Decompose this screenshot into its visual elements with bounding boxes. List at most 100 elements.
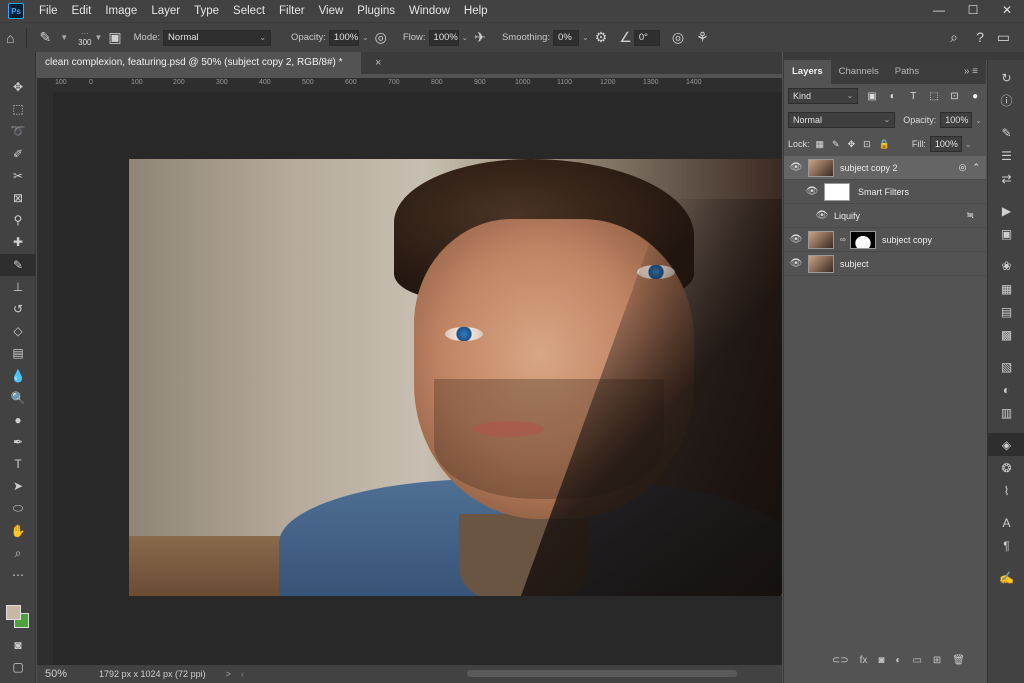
- new-group-icon[interactable]: ▭: [912, 655, 921, 666]
- adjustment-layer-icon[interactable]: ◐: [895, 655, 901, 666]
- brush-settings-icon[interactable]: ▣: [108, 29, 121, 46]
- actions-panel-icon[interactable]: ▶: [988, 199, 1024, 222]
- clone-stamp-tool-icon[interactable]: ⊥: [0, 276, 36, 298]
- brush-tool-preset-icon[interactable]: ✎: [39, 29, 51, 46]
- brush-panel-icon[interactable]: ✎: [988, 121, 1024, 144]
- smart-object-filter-icon[interactable]: ⊡: [948, 91, 962, 102]
- smart-filters-row[interactable]: 👁 Smart Filters: [784, 180, 986, 204]
- brush-settings-panel-icon[interactable]: ☰: [988, 144, 1024, 167]
- maximize-button[interactable]: ☐: [956, 0, 990, 22]
- photoshop-logo-icon[interactable]: Ps: [8, 3, 24, 19]
- workspace-icon[interactable]: ▭: [997, 29, 1010, 46]
- horizontal-ruler[interactable]: 100 0 100 200 300 400 500 600 700 800 90…: [53, 78, 782, 92]
- menu-view[interactable]: View: [312, 0, 351, 22]
- smoothing-input[interactable]: 0%: [553, 29, 580, 46]
- gradient-tool-icon[interactable]: ▤: [0, 342, 36, 364]
- home-icon[interactable]: ⌂: [6, 30, 14, 46]
- move-tool-icon[interactable]: ✥: [0, 76, 36, 98]
- layer-row-subject-copy-2[interactable]: 👁 subject copy 2 ◎ ⌃: [784, 156, 986, 180]
- chevron-down-icon[interactable]: ⌄: [362, 33, 369, 42]
- angle-input[interactable]: 0°: [633, 29, 660, 46]
- link-layers-icon[interactable]: ⊂⊃: [832, 655, 849, 666]
- new-layer-icon[interactable]: ⊞: [933, 655, 941, 666]
- lock-all-icon[interactable]: 🔒: [879, 139, 890, 150]
- tab-layers[interactable]: Layers: [784, 60, 831, 84]
- zoom-tool-icon[interactable]: ⌕: [0, 542, 36, 564]
- visibility-eye-icon[interactable]: 👁: [784, 258, 808, 269]
- menu-plugins[interactable]: Plugins: [350, 0, 402, 22]
- filter-kind-select[interactable]: Kind ⌄: [788, 88, 859, 104]
- visibility-eye-icon[interactable]: 👁: [784, 162, 808, 173]
- menu-edit[interactable]: Edit: [65, 0, 99, 22]
- chevron-down-icon[interactable]: ⌄: [462, 33, 469, 42]
- layers-panel-icon[interactable]: ◈: [988, 433, 1024, 456]
- gear-icon[interactable]: ⚙: [595, 29, 608, 46]
- filter-blending-options-icon[interactable]: ≒: [966, 210, 974, 221]
- pixel-filter-icon[interactable]: ▣: [865, 91, 879, 102]
- lasso-tool-icon[interactable]: ➰: [0, 120, 36, 142]
- liquify-filter-row[interactable]: 👁 Liquify ≒: [784, 204, 986, 228]
- history-brush-tool-icon[interactable]: ↺: [0, 298, 36, 320]
- eraser-tool-icon[interactable]: ◇: [0, 320, 36, 342]
- layer-mask-thumbnail[interactable]: [850, 230, 876, 249]
- quick-mask-icon[interactable]: ◙: [0, 634, 36, 656]
- properties-panel-icon[interactable]: ▥: [988, 401, 1024, 424]
- info-panel-icon[interactable]: ⓘ: [988, 89, 1024, 112]
- vertical-ruler[interactable]: [37, 78, 53, 665]
- menu-filter[interactable]: Filter: [272, 0, 312, 22]
- horizontal-scrollbar[interactable]: [467, 670, 737, 677]
- paths-panel-icon[interactable]: ⌇: [988, 479, 1024, 502]
- channels-panel-icon[interactable]: ❂: [988, 456, 1024, 479]
- scroll-left-icon[interactable]: ‹: [241, 669, 244, 679]
- close-document-button[interactable]: ×: [375, 52, 381, 74]
- menu-image[interactable]: Image: [98, 0, 144, 22]
- pressure-opacity-icon[interactable]: ◎: [375, 29, 387, 46]
- foreground-color-swatch[interactable]: [6, 605, 21, 620]
- brush-size-picker[interactable]: ··· 300: [78, 29, 91, 47]
- chevron-down-icon[interactable]: ⌄: [582, 33, 589, 42]
- chevron-down-icon[interactable]: ▼: [60, 33, 68, 42]
- path-selection-tool-icon[interactable]: ➤: [0, 475, 36, 497]
- layer-style-icon[interactable]: fx: [860, 655, 868, 666]
- layer-opacity-input[interactable]: 100%: [940, 112, 973, 128]
- gradients-panel-icon[interactable]: ▤: [988, 300, 1024, 323]
- menu-layer[interactable]: Layer: [144, 0, 187, 22]
- shape-filter-icon[interactable]: ⬚: [927, 91, 941, 102]
- brush-tool-icon[interactable]: ✎: [0, 253, 36, 276]
- symmetry-icon[interactable]: ⚘: [696, 29, 709, 46]
- color-panel-icon[interactable]: ❀: [988, 254, 1024, 277]
- lock-pixels-icon[interactable]: ✎: [832, 139, 840, 150]
- document-tab[interactable]: clean complexion, featuring.psd @ 50% (s…: [37, 52, 361, 74]
- lock-transparency-icon[interactable]: ▦: [816, 139, 825, 150]
- collapse-arrow-icon[interactable]: ⌃: [972, 162, 980, 173]
- character-panel-icon[interactable]: A: [988, 511, 1024, 534]
- zoom-level[interactable]: 50%: [37, 668, 77, 680]
- visibility-eye-icon[interactable]: 👁: [814, 210, 830, 221]
- frame-tool-icon[interactable]: ⊠: [0, 187, 36, 209]
- menu-help[interactable]: Help: [457, 0, 495, 22]
- adjustments-panel-icon[interactable]: ◐: [988, 378, 1024, 401]
- add-mask-icon[interactable]: ◙: [878, 655, 884, 666]
- plugins-panel-icon[interactable]: ▣: [988, 222, 1024, 245]
- airbrush-icon[interactable]: ✈: [474, 29, 486, 46]
- chevron-down-icon[interactable]: ⌄: [965, 140, 972, 149]
- libraries-panel-icon[interactable]: ▧: [988, 355, 1024, 378]
- blur-tool-icon[interactable]: 💧: [0, 364, 36, 386]
- menu-window[interactable]: Window: [402, 0, 457, 22]
- shape-tool-icon[interactable]: ⬭: [0, 498, 36, 520]
- more-tools-icon[interactable]: ⋯: [0, 564, 36, 586]
- type-filter-icon[interactable]: T: [907, 91, 921, 102]
- patterns-panel-icon[interactable]: ▩: [988, 323, 1024, 346]
- status-menu-arrow[interactable]: >: [226, 669, 231, 679]
- menu-file[interactable]: File: [32, 0, 65, 22]
- sponge-tool-icon[interactable]: ●: [0, 409, 36, 431]
- filter-toggle-icon[interactable]: ●: [968, 91, 982, 102]
- hand-tool-icon[interactable]: ✋: [0, 520, 36, 542]
- delete-layer-icon[interactable]: 🗑: [952, 655, 965, 666]
- chevron-down-icon[interactable]: ⌄: [975, 116, 982, 125]
- lock-artboard-icon[interactable]: ⊡: [863, 139, 871, 150]
- adjustment-filter-icon[interactable]: ◐: [886, 91, 900, 102]
- swatches-panel-icon[interactable]: ▦: [988, 277, 1024, 300]
- screen-mode-icon[interactable]: ▢: [0, 656, 36, 678]
- panel-menu-icon[interactable]: » ≡: [964, 66, 978, 77]
